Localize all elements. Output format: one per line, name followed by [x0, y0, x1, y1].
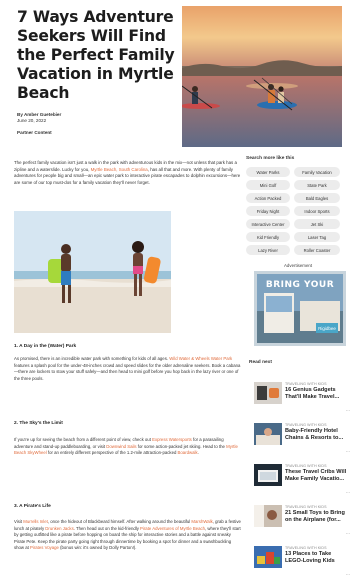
read-next-item[interactable]: TRAVELING WITH KIDS 13 Places to Take LE…	[254, 546, 350, 577]
text: (bonus win: it's owned by Dolly Parton!)…	[58, 545, 137, 551]
drunken-jacks-link[interactable]: Drunken Jacks	[45, 526, 73, 531]
section-heading-1: 1. A Day in the (Water) Park	[14, 344, 77, 349]
myrtle-beach-link[interactable]: Myrtle Beach, South Carolina	[91, 167, 148, 172]
publish-date: June 20, 2022	[17, 118, 47, 123]
chip-indoor-sports[interactable]: Indoor Sports	[294, 206, 340, 216]
chip-jet-ski[interactable]: Jet Ski	[294, 219, 340, 229]
read-next-category: TRAVELING WITH KIDS	[285, 546, 327, 550]
chip-state-park[interactable]: State Park	[294, 180, 340, 190]
more-options-icon[interactable]: ...	[346, 571, 350, 577]
chip-family-vacation[interactable]: Family Vacation	[294, 167, 340, 177]
hero-kayak-image	[182, 6, 342, 147]
read-next-category: TRAVELING WITH KIDS	[285, 464, 327, 468]
read-next-title[interactable]: These Travel Cribs Will Make Family Vaca…	[285, 469, 349, 483]
text: Visit	[14, 519, 24, 524]
pirate-adventures-link[interactable]: Pirate Adventures of Myrtle Beach	[140, 526, 205, 531]
read-next-title[interactable]: 13 Places to Take LEGO-Loving Kids	[285, 551, 349, 565]
chip-action-packed[interactable]: Action Packed	[246, 193, 290, 203]
pirates-voyage-link[interactable]: Pirates Voyage	[30, 545, 59, 550]
more-options-icon[interactable]: ...	[346, 448, 350, 454]
lego-thumbnail	[254, 546, 282, 568]
section-paragraph-2: If you're up for seeing the beach from a…	[14, 437, 241, 457]
ad-label: Advertisement	[284, 263, 313, 268]
read-next-category: TRAVELING WITH KIDS	[285, 423, 327, 427]
chip-interactive-center[interactable]: Interactive Center	[246, 219, 290, 229]
more-options-icon[interactable]: ...	[346, 530, 350, 536]
read-next-header: Read next	[249, 360, 272, 365]
text: features a splash pool for the under-48-…	[14, 362, 241, 381]
express-watersports-link[interactable]: Express Watersports	[152, 437, 192, 442]
murrells-inlet-link[interactable]: Murrells Inlet	[23, 519, 48, 524]
text: As promised, there is an incredible wate…	[14, 356, 170, 361]
airplane-toys-thumbnail	[254, 505, 282, 527]
chip-roller-coaster[interactable]: Roller Coaster	[294, 245, 340, 255]
marshwalk-link[interactable]: MarshWalk	[191, 519, 212, 524]
chip-mini-golf[interactable]: Mini Golf	[246, 180, 290, 190]
more-options-icon[interactable]: ...	[346, 489, 350, 495]
chip-water-parks[interactable]: Water Parks	[246, 167, 290, 177]
intro-paragraph: The perfect family vacation isn't just a…	[14, 160, 241, 186]
text: If you're up for seeing the beach from a…	[14, 437, 153, 442]
text: , once the hideout of Blackbeard himself…	[47, 519, 192, 524]
section-heading-2: 2. The Sky's the Limit	[14, 421, 63, 426]
ad-headline: BRING YOUR	[266, 280, 334, 290]
more-options-icon[interactable]: ...	[346, 407, 350, 413]
text: .	[197, 450, 199, 456]
gadgets-thumbnail	[254, 382, 282, 404]
section-heading-3: 3. A Pirate's Life	[14, 504, 51, 509]
read-next-item[interactable]: TRAVELING WITH KIDS 16 Genius Gadgets Th…	[254, 382, 350, 413]
read-next-item[interactable]: TRAVELING WITH KIDS Baby-Friendly Hotel …	[254, 423, 350, 454]
text: for some action-packed jet skiing. Head …	[136, 443, 227, 449]
read-next-category: TRAVELING WITH KIDS	[285, 382, 327, 386]
byline: By Amber Guetebier June 20, 2022	[17, 112, 61, 124]
chip-lazy-river[interactable]: Lazy River	[246, 245, 290, 255]
search-more-panel: Search more like this Water Parks Family…	[246, 156, 346, 255]
read-next-title[interactable]: 16 Genius Gadgets That'll Make Travel...	[285, 387, 349, 401]
chip-kid-friendly[interactable]: Kid Friendly	[246, 232, 290, 242]
search-more-header: Search more like this	[246, 156, 295, 161]
crib-thumbnail	[254, 464, 282, 486]
boardwalk-link[interactable]: Boardwalk	[178, 450, 198, 455]
downwind-sails-link[interactable]: Downwind Sails	[106, 444, 136, 449]
text: for an entirely different perspective of…	[46, 450, 178, 456]
read-next-title[interactable]: 21 Small Toys to Bring on the Airplane (…	[285, 510, 349, 524]
read-next-item[interactable]: TRAVELING WITH KIDS These Travel Cribs W…	[254, 464, 350, 495]
article-title: 7 Ways Adventure Seekers Will Find the P…	[17, 8, 175, 102]
partner-content-label: Partner Content	[17, 130, 52, 135]
section-paragraph-3: Visit Murrells Inlet, once the hideout o…	[14, 519, 241, 552]
section-paragraph-1: As promised, there is an incredible wate…	[14, 356, 241, 382]
wild-water-link[interactable]: Wild Water & Wheels Water Park	[169, 356, 232, 361]
hotel-thumbnail	[254, 423, 282, 445]
chip-bald-eagles[interactable]: Bald Eagles	[294, 193, 340, 203]
tag-chips: Water Parks Family Vacation Mini Golf St…	[246, 167, 346, 255]
beach-kids-image	[14, 211, 171, 333]
chip-friday-night[interactable]: Friday Night	[246, 206, 290, 216]
text: . Then head out on the kid-friendly	[73, 525, 141, 531]
read-next-item[interactable]: TRAVELING WITH KIDS 21 Small Toys to Bri…	[254, 505, 350, 536]
chip-laser-tag[interactable]: Laser Tag	[294, 232, 340, 242]
read-next-title[interactable]: Baby-Friendly Hotel Chains & Resorts to.…	[285, 428, 349, 442]
advertisement-banner[interactable]: BRING YOUR Rigidbee	[254, 271, 346, 346]
ad-brand: Rigidbee	[318, 326, 336, 331]
read-next-category: TRAVELING WITH KIDS	[285, 505, 327, 509]
